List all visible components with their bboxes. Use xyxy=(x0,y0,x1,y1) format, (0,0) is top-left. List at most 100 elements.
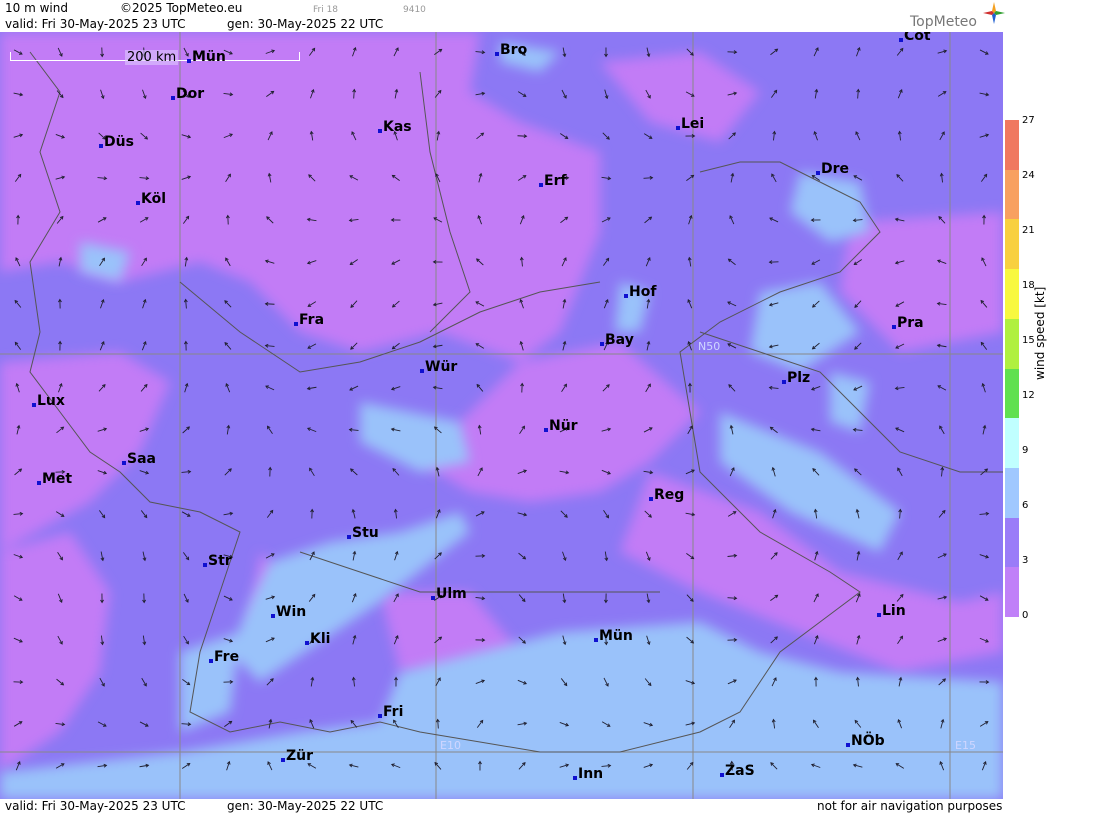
color-scale-tick: 21 xyxy=(1022,225,1035,236)
city-marker xyxy=(594,638,598,642)
city-marker xyxy=(431,596,435,600)
city-marker xyxy=(649,497,653,501)
product-title: 10 m wind xyxy=(5,1,68,15)
city-marker xyxy=(271,614,275,618)
city-marker xyxy=(720,773,724,777)
color-scale-segment xyxy=(1005,418,1019,469)
color-scale-tick: 0 xyxy=(1022,610,1029,621)
grid-label-e10: E10 xyxy=(440,739,461,752)
city-label: Stu xyxy=(347,525,379,541)
city-marker xyxy=(539,183,543,187)
city-name: Str xyxy=(208,553,232,569)
footer-valid-time: valid: Fri 30-May-2025 23 UTC xyxy=(5,799,186,813)
city-label: Pra xyxy=(892,315,924,331)
city-label: Win xyxy=(271,604,307,620)
city-name: Reg xyxy=(654,487,685,503)
city-name: Kas xyxy=(383,119,412,135)
city-marker xyxy=(624,294,628,298)
city-name: Zür xyxy=(286,748,314,764)
city-marker xyxy=(122,461,126,465)
city-marker xyxy=(171,96,175,100)
color-scale-segment xyxy=(1005,567,1019,618)
city-label: Cot xyxy=(899,32,931,44)
color-scale-segment xyxy=(1005,269,1019,320)
color-scale-tick: 6 xyxy=(1022,500,1029,511)
footer-disclaimer: not for air navigation purposes xyxy=(817,799,1003,813)
city-label: NÖb xyxy=(846,733,885,749)
scale-label: 200 km xyxy=(125,50,179,65)
city-name: Plz xyxy=(787,370,811,386)
city-name: Wür xyxy=(425,359,458,375)
city-label: Reg xyxy=(649,487,685,503)
city-marker xyxy=(378,129,382,133)
city-marker xyxy=(281,758,285,762)
city-name: Lux xyxy=(37,393,65,409)
city-label: Wür xyxy=(420,359,458,375)
city-marker xyxy=(37,481,41,485)
city-label: Met xyxy=(37,471,72,487)
city-marker xyxy=(203,563,207,567)
logo-text: TopMeteo xyxy=(910,14,977,30)
topmeteo-logo[interactable]: TopMeteo xyxy=(910,2,1005,30)
color-scale-segment xyxy=(1005,517,1019,568)
city-name: Kli xyxy=(310,631,331,647)
city-name: Fri xyxy=(383,704,404,720)
color-scale-segment xyxy=(1005,467,1019,519)
color-scale xyxy=(1005,120,1019,618)
city-name: Nür xyxy=(549,418,578,434)
footer-generated-time: gen: 30-May-2025 22 UTC xyxy=(227,799,384,813)
city-name: Inn xyxy=(578,766,604,782)
city-label: Lei xyxy=(676,116,705,132)
city-marker xyxy=(892,325,896,329)
forecast-step: Fri 18 xyxy=(313,5,339,15)
city-marker xyxy=(209,659,213,663)
color-scale-tick: 12 xyxy=(1022,390,1035,401)
city-name: Lei xyxy=(681,116,705,132)
city-name: Bro xyxy=(500,42,528,58)
city-marker xyxy=(347,535,351,539)
city-label: Köl xyxy=(136,191,166,207)
wind-map[interactable]: 200 km N50 E10 E15 Mün Bro Cot Dor Kas Lei Düs… xyxy=(0,32,1003,799)
city-name: Win xyxy=(276,604,307,620)
city-label: Zür xyxy=(281,748,314,764)
color-scale-segment xyxy=(1005,219,1019,270)
city-label: Lux xyxy=(32,393,65,409)
city-name: Saa xyxy=(127,451,156,467)
city-label: Saa xyxy=(122,451,156,467)
city-label: Ulm xyxy=(431,586,467,602)
city-marker xyxy=(136,201,140,205)
city-name: Stu xyxy=(352,525,379,541)
city-label: Düs xyxy=(99,134,134,150)
city-label: Kli xyxy=(305,631,331,647)
color-scale-tick: 27 xyxy=(1022,115,1035,126)
city-marker xyxy=(378,714,382,718)
legend-unit-label: wind speed [kt] xyxy=(1033,286,1047,380)
color-scale-tick: 3 xyxy=(1022,555,1029,566)
city-label: Nür xyxy=(544,418,578,434)
city-name: Fra xyxy=(299,312,325,328)
city-name: Mün xyxy=(599,628,633,644)
city-name: Dre xyxy=(821,161,850,177)
city-name: Fre xyxy=(214,649,240,665)
city-marker xyxy=(573,776,577,780)
grid-label-e15: E15 xyxy=(955,739,976,752)
city-label: Mün xyxy=(594,628,633,644)
city-marker xyxy=(495,52,499,56)
color-scale-segment xyxy=(1005,318,1019,369)
city-label: Lin xyxy=(877,603,906,619)
city-marker xyxy=(600,342,604,346)
city-marker xyxy=(32,403,36,407)
grid-label-n50: N50 xyxy=(698,340,721,353)
city-marker xyxy=(544,428,548,432)
city-label: Fra xyxy=(294,312,325,328)
copyright-text: ©2025 TopMeteo.eu xyxy=(120,1,243,15)
city-name: Lin xyxy=(882,603,906,619)
city-marker xyxy=(816,171,820,175)
city-label: Inn xyxy=(573,766,604,782)
city-marker xyxy=(846,743,850,747)
city-marker xyxy=(877,613,881,617)
city-label: Kas xyxy=(378,119,412,135)
city-marker xyxy=(187,59,191,63)
run-code: 9410 xyxy=(403,5,426,15)
city-name: Ulm xyxy=(436,586,467,602)
